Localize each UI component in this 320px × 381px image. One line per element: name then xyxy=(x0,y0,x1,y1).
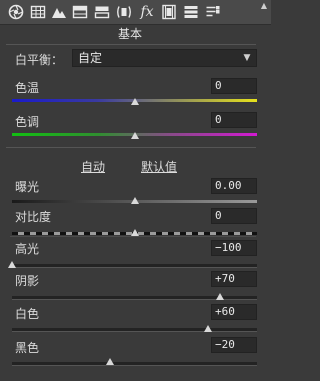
film-icon[interactable] xyxy=(161,4,177,20)
exposure-field[interactable]: 0.00 xyxy=(211,178,257,194)
chevron-down-icon: ▼ xyxy=(243,53,251,63)
panel-title: 基本 xyxy=(117,27,142,41)
highlights-slider-thumb[interactable] xyxy=(8,261,16,268)
tone-divider xyxy=(10,236,256,237)
split-toning-icon[interactable] xyxy=(94,4,110,20)
highlights-slider-track[interactable] xyxy=(12,264,257,268)
basic-circle-icon[interactable] xyxy=(8,4,24,20)
scroll-up-arrow-icon[interactable]: ▲ xyxy=(259,2,269,10)
tint-slider-thumb[interactable] xyxy=(130,132,139,139)
tint-label: 色调 xyxy=(15,115,40,129)
grid-icon[interactable] xyxy=(30,4,46,20)
blacks-label: 黑色 xyxy=(15,341,40,355)
temperature-label: 色温 xyxy=(15,81,40,95)
mountain-icon[interactable] xyxy=(51,4,67,20)
exposure-slider-thumb[interactable] xyxy=(130,197,139,204)
blacks-slider-thumb[interactable] xyxy=(106,358,114,365)
hsl-icon[interactable] xyxy=(72,4,88,20)
shadows-field[interactable]: +70 xyxy=(211,271,257,287)
contrast-slider-thumb[interactable] xyxy=(130,229,139,236)
highlights-field[interactable]: −100 xyxy=(211,240,257,256)
default-link[interactable]: 默认值 xyxy=(141,158,177,175)
shadows-slider-thumb[interactable] xyxy=(216,293,225,300)
shadows-label: 阴影 xyxy=(15,274,40,288)
white-balance-value: 自定 xyxy=(78,51,103,65)
auto-link[interactable]: 自动 xyxy=(81,158,105,175)
exposure-label: 曝光 xyxy=(15,180,40,194)
contrast-label: 对比度 xyxy=(15,210,52,224)
section-divider xyxy=(6,147,256,148)
presets-icon[interactable] xyxy=(183,4,199,20)
blacks-field[interactable]: −20 xyxy=(211,337,257,353)
title-divider xyxy=(6,44,256,45)
snapshots-icon[interactable] xyxy=(205,4,221,20)
panel-toolbar: fx ▲ xyxy=(0,0,271,25)
white-balance-label: 白平衡： xyxy=(15,53,64,67)
white-balance-select[interactable]: 自定 ▼ xyxy=(72,49,257,67)
temperature-field[interactable]: 0 xyxy=(211,78,257,94)
whites-slider-thumb[interactable] xyxy=(204,325,212,332)
highlights-label: 高光 xyxy=(15,242,40,256)
whites-slider-track[interactable] xyxy=(12,328,257,332)
blacks-slider-track[interactable] xyxy=(12,362,257,366)
whites-field[interactable]: +60 xyxy=(211,304,257,320)
whites-label: 白色 xyxy=(15,307,40,321)
panel-scrollbar[interactable] xyxy=(261,25,270,381)
contrast-field[interactable]: 0 xyxy=(211,208,257,224)
fx-icon[interactable]: fx xyxy=(139,4,155,20)
tint-field[interactable]: 0 xyxy=(211,112,257,128)
temperature-slider-thumb[interactable] xyxy=(130,98,139,105)
detail-icon[interactable] xyxy=(116,4,132,20)
